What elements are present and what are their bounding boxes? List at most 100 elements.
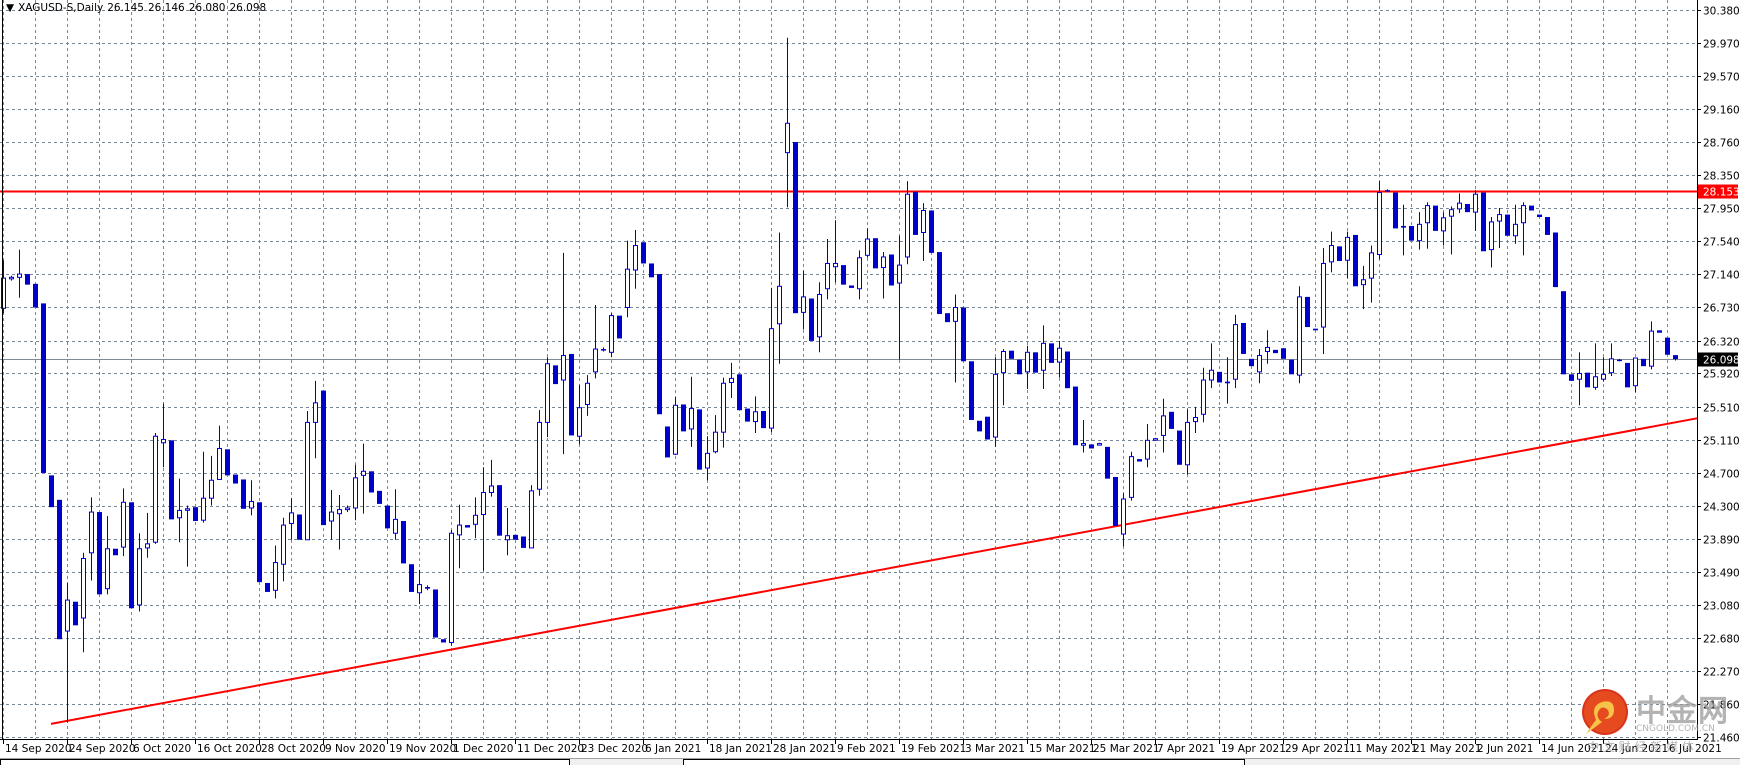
candle (1441, 212, 1446, 246)
candle-body-bearish (913, 191, 918, 235)
candle (913, 191, 918, 235)
candle (17, 249, 22, 298)
candle-body-bearish (1089, 444, 1094, 449)
candle-body-bullish (825, 262, 830, 290)
candle (961, 307, 966, 362)
candle-body-bullish (817, 293, 822, 338)
candle-body-bearish (1337, 246, 1342, 262)
candle (329, 490, 334, 540)
candle (753, 396, 758, 433)
candle (1017, 359, 1022, 375)
candle (577, 384, 582, 445)
candle-body-bullish (137, 548, 142, 606)
candle (625, 240, 630, 318)
candle-body-bullish (1129, 456, 1134, 498)
candle (169, 440, 174, 520)
candle (201, 451, 206, 523)
candle-body-bearish (969, 361, 974, 420)
candle-body-bullish (17, 273, 22, 278)
price-axis[interactable]: 30.380 29.970 29.570 29.160 28.760 28.350 27.9… (1697, 6, 1740, 745)
candle (1297, 286, 1302, 384)
candle-body-bearish (25, 274, 30, 285)
candle (385, 505, 390, 529)
candle-body-bullish (721, 382, 726, 433)
candle-body-bearish (841, 265, 846, 285)
candle (1033, 352, 1038, 373)
candle (1249, 358, 1254, 367)
candle (1025, 345, 1030, 389)
candle-body-bullish (1185, 421, 1190, 466)
candle (1345, 231, 1350, 279)
candle-body-bearish (465, 525, 470, 528)
candle (1537, 214, 1542, 218)
candle-body-bullish (121, 501, 126, 548)
candle-body-bullish (145, 543, 150, 549)
candle (833, 220, 838, 283)
candle (785, 37, 790, 208)
candle (249, 480, 254, 516)
candle (793, 142, 798, 314)
candle (865, 228, 870, 258)
candle-body-bearish (57, 499, 62, 640)
candle-body-bullish (1025, 351, 1030, 373)
candle-body-bullish (1601, 373, 1606, 380)
time-axis[interactable]: 14 Sep 202024 Sep 20206 Oct 2020 16 Oct 2… (3, 739, 1722, 755)
candle (633, 230, 638, 289)
candle-body-bullish (1369, 252, 1374, 279)
candle (1049, 343, 1054, 363)
candle-body-bullish (1633, 357, 1638, 387)
candle-body-bearish (1281, 348, 1286, 359)
candle (145, 512, 150, 558)
candle-body-bullish (753, 411, 758, 423)
candle (49, 475, 54, 508)
candle (289, 498, 294, 540)
candle (1009, 350, 1014, 359)
candle-body-bearish (1137, 459, 1142, 462)
candle (129, 502, 134, 609)
candle (337, 494, 342, 550)
candle-body-bullish (313, 402, 318, 423)
price-tick-label: 29.160 (1703, 105, 1740, 117)
candle-body-bullish (457, 524, 462, 536)
candle-body-bearish (1065, 351, 1070, 389)
candle-body-bearish (1505, 214, 1510, 236)
candle-body-bullish (993, 373, 998, 438)
candle (73, 601, 78, 626)
price-tick-label: 27.140 (1703, 270, 1740, 282)
candle (841, 265, 846, 285)
candle-body-bullish (609, 315, 614, 353)
candle-body-bearish (1017, 359, 1022, 375)
candle (193, 507, 198, 522)
candlestick-chart[interactable]: 30.380 29.970 29.570 29.160 28.760 28.350 27.9… (0, 0, 1740, 764)
candle (1641, 358, 1646, 367)
candle (457, 504, 462, 569)
candle (1169, 411, 1174, 429)
candle (121, 488, 126, 557)
candle-body-bullish (897, 264, 902, 284)
candle (401, 521, 406, 564)
candle (449, 529, 454, 646)
candle-body-bearish (937, 252, 942, 315)
candle-body-bullish (9, 276, 14, 280)
candle-body-bearish (1177, 430, 1182, 465)
price-tick-label: 30.380 (1703, 6, 1740, 18)
candle (305, 410, 310, 541)
candle-body-bullish (185, 508, 190, 511)
candle (993, 357, 998, 447)
chart-tab[interactable] (683, 759, 1245, 765)
dropdown-arrow-icon[interactable]: ▼ (6, 2, 14, 14)
candle-body-bearish (1049, 343, 1054, 363)
candle (489, 459, 494, 497)
candle-body-bullish (1497, 214, 1502, 222)
candle (177, 478, 182, 543)
candle (1401, 204, 1406, 256)
candle-body-bearish (433, 589, 438, 638)
candle-body-bullish (881, 256, 886, 269)
candle-body-bullish (217, 447, 222, 480)
candle-body-bullish (921, 209, 926, 234)
candle (1001, 349, 1006, 406)
candle-body-bearish (1657, 330, 1662, 333)
price-tick-label: 26.730 (1703, 303, 1740, 315)
candle-body-bearish (1073, 386, 1078, 446)
chart-tab[interactable] (0, 759, 570, 765)
